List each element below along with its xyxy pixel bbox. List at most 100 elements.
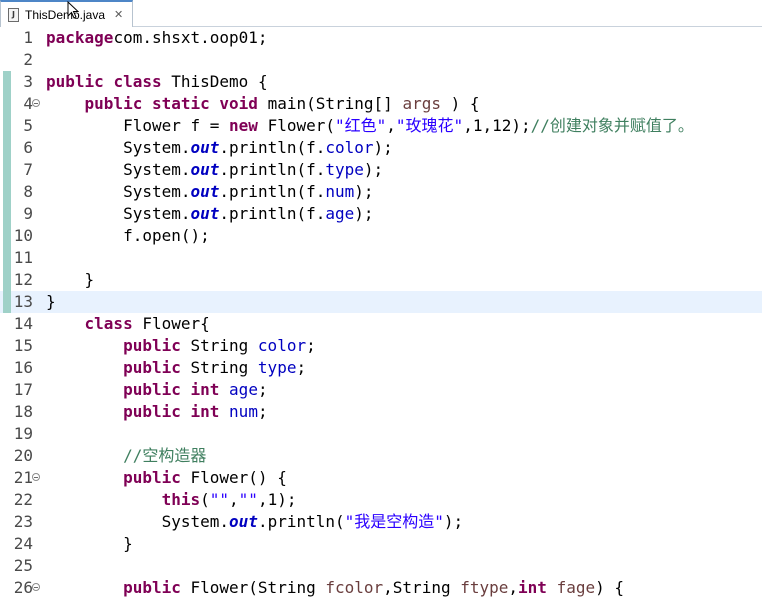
code-text[interactable]: public Flower() {	[46, 467, 287, 489]
code-token: "玫瑰花"	[395, 116, 464, 135]
code-token: System.	[46, 512, 230, 531]
code-token: Flower{	[132, 314, 210, 333]
code-text[interactable]: System.out.println(f.type);	[46, 159, 383, 181]
code-line[interactable]: 21 public Flower() {	[0, 467, 762, 489]
code-text[interactable]: public int num;	[46, 401, 268, 423]
code-line[interactable]: 19	[0, 423, 762, 445]
code-line[interactable]: 1 packagecom.shsxt.oop01;	[0, 27, 762, 49]
code-token: f.open();	[46, 226, 210, 245]
code-text[interactable]: public Flower(String fcolor,String ftype…	[46, 577, 624, 599]
code-token: type	[257, 358, 297, 377]
code-token: ftype	[460, 578, 509, 597]
line-number: 10	[13, 226, 33, 245]
code-line[interactable]: 20 //空构造器	[0, 445, 762, 467]
code-text[interactable]: public String color;	[46, 335, 316, 357]
code-line[interactable]: 25	[0, 555, 762, 577]
code-line[interactable]: 26 public Flower(String fcolor,String ft…	[0, 577, 762, 599]
code-text[interactable]: System.out.println(f.age);	[46, 203, 373, 225]
code-line[interactable]: 8 System.out.println(f.num);	[0, 181, 762, 203]
close-tab-icon[interactable]: ✕	[114, 8, 123, 21]
code-token: main(String[]	[257, 94, 403, 113]
code-line[interactable]: 15 public String color;	[0, 335, 762, 357]
code-line[interactable]: 14 class Flower{	[0, 313, 762, 335]
code-line[interactable]: 7 System.out.println(f.type);	[0, 159, 762, 181]
code-text[interactable]: public class ThisDemo {	[46, 71, 268, 93]
code-token: ,	[386, 116, 396, 135]
code-editor-area[interactable]: 1 packagecom.shsxt.oop01; 2 3 public class T…	[0, 27, 762, 608]
line-number: 3	[23, 72, 33, 91]
code-text[interactable]: }	[46, 533, 133, 555]
code-text[interactable]: System.out.println("我是空构造");	[46, 511, 464, 533]
code-token: Flower(	[257, 116, 335, 135]
code-token: ;	[296, 358, 307, 377]
code-token: public	[123, 468, 181, 487]
code-line[interactable]: 22 this("","",1);	[0, 489, 762, 511]
code-token: new	[229, 116, 258, 135]
code-token: ) {	[440, 94, 480, 113]
code-text[interactable]: f.open();	[46, 225, 210, 247]
code-text[interactable]: }	[46, 291, 56, 313]
java-file-icon: J	[8, 7, 19, 22]
fold-collapse-icon[interactable]	[32, 99, 40, 107]
line-number: 13	[13, 292, 33, 311]
code-text[interactable]: }	[46, 269, 95, 291]
code-text[interactable]: //空构造器	[46, 445, 206, 467]
code-line[interactable]: 12 }	[0, 269, 762, 291]
code-text[interactable]: Flower f = new Flower("红色","玫瑰花",1,12);/…	[46, 115, 694, 137]
code-token: public	[123, 578, 181, 597]
code-line[interactable]: 13}	[0, 291, 762, 313]
code-line[interactable]: 16 public String type;	[0, 357, 762, 379]
code-line[interactable]: 6 System.out.println(f.color);	[0, 137, 762, 159]
code-line[interactable]: 11	[0, 247, 762, 269]
code-text[interactable]: public int age;	[46, 379, 268, 401]
code-token: public	[123, 380, 181, 399]
code-token: fage	[556, 578, 596, 597]
code-token: public	[123, 402, 181, 421]
code-token: public	[123, 358, 181, 377]
code-line[interactable]: 5 Flower f = new Flower("红色","玫瑰花",1,12)…	[0, 115, 762, 137]
code-token: );	[363, 160, 384, 179]
code-token: void	[219, 94, 258, 113]
code-token: .println(f.	[219, 182, 326, 201]
code-line[interactable]: 9 System.out.println(f.age);	[0, 203, 762, 225]
code-line[interactable]: 17 public int age;	[0, 379, 762, 401]
code-line[interactable]: 24 }	[0, 533, 762, 555]
code-token: //创建对象并赋值了。	[530, 116, 694, 135]
code-line[interactable]: 10 f.open();	[0, 225, 762, 247]
code-text[interactable]: this("","",1);	[46, 489, 297, 511]
line-number: 11	[13, 248, 33, 267]
line-number: 16	[13, 358, 33, 377]
line-number: 21	[13, 468, 33, 487]
code-token: Flower f =	[46, 116, 230, 135]
code-text[interactable]: System.out.println(f.color);	[46, 137, 393, 159]
code-token: .println(f.	[219, 138, 326, 157]
code-token: int	[190, 402, 220, 421]
code-token: ThisDemo {	[161, 72, 268, 91]
code-token: Flower() {	[180, 468, 287, 487]
fold-collapse-icon[interactable]	[32, 473, 40, 481]
code-text[interactable]: class Flower{	[46, 313, 210, 335]
code-token: public	[84, 94, 143, 113]
code-text[interactable]: packagecom.shsxt.oop01;	[46, 27, 268, 49]
code-text[interactable]: public String type;	[46, 357, 306, 379]
code-text[interactable]: public static void main(String[] args ) …	[46, 93, 480, 115]
line-number: 8	[23, 182, 33, 201]
line-number: 26	[13, 578, 33, 597]
line-number: 20	[13, 446, 33, 465]
code-token: static	[151, 94, 210, 113]
code-line[interactable]: 23 System.out.println("我是空构造");	[0, 511, 762, 533]
code-line[interactable]: 2	[0, 49, 762, 71]
code-text[interactable]: System.out.println(f.num);	[46, 181, 373, 203]
code-line[interactable]: 4 public static void main(String[] args …	[0, 93, 762, 115]
code-line[interactable]: 18 public int num;	[0, 401, 762, 423]
code-line[interactable]: 3 public class ThisDemo {	[0, 71, 762, 93]
fold-collapse-icon[interactable]	[32, 583, 40, 591]
code-token: out	[190, 138, 220, 157]
